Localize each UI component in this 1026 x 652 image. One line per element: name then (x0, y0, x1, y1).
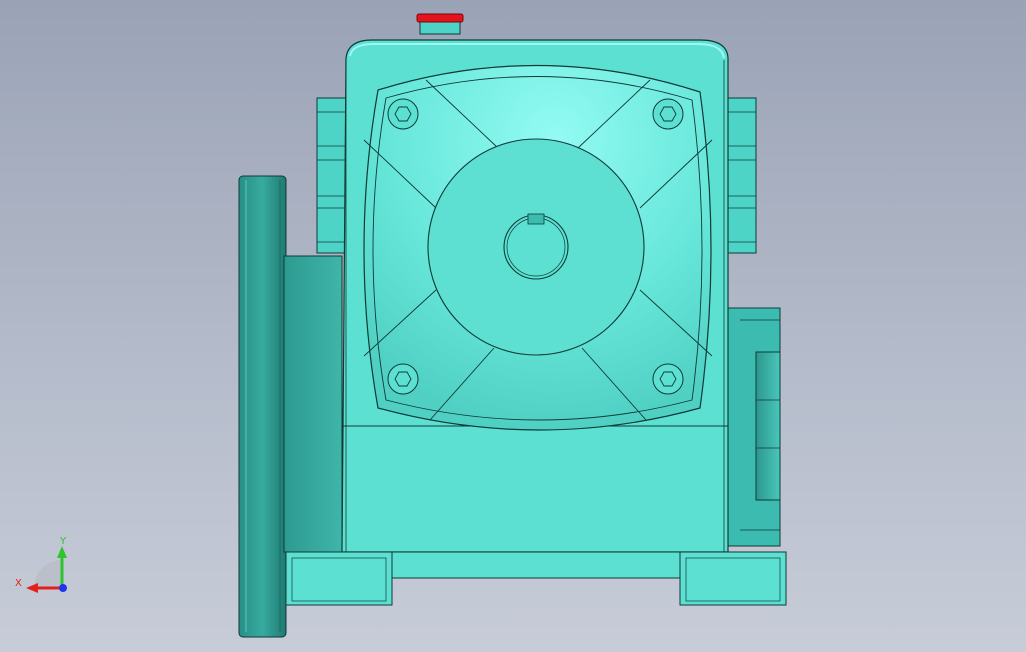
mounting-foot-right[interactable] (679, 551, 787, 606)
coordinate-triad: Y X (15, 536, 67, 593)
gearbox-model-view[interactable]: Y X (0, 0, 1026, 652)
output-shaft-cap[interactable] (727, 307, 781, 547)
y-axis-label: Y (59, 536, 67, 547)
mounting-foot-left[interactable] (285, 551, 393, 606)
x-axis-label: X (15, 578, 22, 589)
base-block (341, 551, 729, 579)
cover-bolt-bottom-right (652, 363, 684, 395)
left-ribs (316, 97, 348, 254)
cover-bolt-top-left (387, 98, 419, 130)
right-ribs (725, 97, 757, 254)
cover-bolt-top-right (652, 98, 684, 130)
z-axis-dot (59, 584, 67, 592)
cover-bolt-bottom-left (387, 363, 419, 395)
cad-viewport[interactable]: Y X (0, 0, 1026, 652)
vent-plug[interactable] (416, 13, 464, 35)
